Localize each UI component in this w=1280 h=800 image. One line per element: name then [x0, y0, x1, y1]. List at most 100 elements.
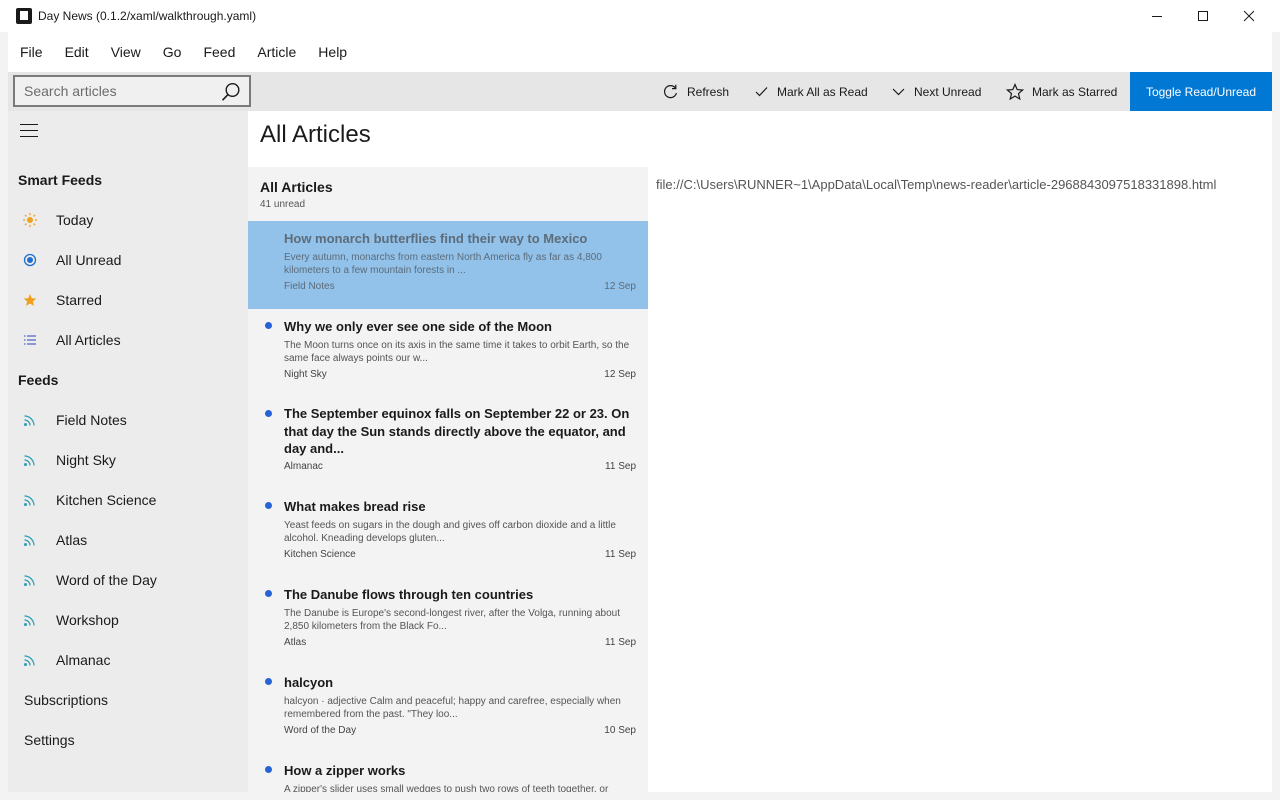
unread-dot — [265, 766, 272, 773]
sidebar-item-label: Word of the Day — [56, 572, 157, 588]
close-button[interactable] — [1226, 0, 1272, 32]
feeds-heading: Feeds — [18, 372, 59, 388]
article-row-selected[interactable]: How monarch butterflies find their way t… — [248, 221, 648, 309]
next-unread-label: Next Unread — [914, 84, 982, 99]
sidebar-item-label: Almanac — [56, 652, 111, 668]
minimize-icon — [1152, 16, 1162, 17]
sidebar-item-label: Kitchen Science — [56, 492, 157, 508]
unread-dot — [265, 502, 272, 509]
chevron-down-icon — [892, 88, 905, 96]
article-list[interactable]: All Articles 41 unread How monarch butte… — [248, 167, 648, 792]
article-date: 11 Sep — [605, 549, 636, 560]
sidebar-item-field-notes[interactable]: Field Notes — [8, 400, 248, 440]
rss-icon — [22, 452, 38, 468]
article-title: How monarch butterflies find their way t… — [284, 231, 588, 246]
article-row[interactable]: The Danube flows through ten countries T… — [248, 577, 648, 665]
article-row[interactable]: How a zipper works A zipper's slider use… — [248, 753, 648, 792]
article-feed: Almanac — [284, 461, 323, 472]
article-feed: Field Notes — [284, 281, 335, 292]
subscriptions-link[interactable]: Subscriptions — [24, 692, 108, 708]
menu-article[interactable]: Article — [249, 32, 304, 72]
article-row[interactable]: The September equinox falls on September… — [248, 397, 648, 489]
article-date: 12 Sep — [604, 281, 636, 292]
checkmark-icon — [755, 87, 768, 97]
rss-icon — [22, 532, 38, 548]
app-icon — [16, 8, 32, 24]
article-date: 12 Sep — [604, 369, 636, 380]
sidebar-item-workshop[interactable]: Workshop — [8, 600, 248, 640]
sidebar-item-starred[interactable]: Starred — [8, 280, 248, 320]
search-input[interactable] — [15, 77, 215, 105]
article-title: The Danube flows through ten countries — [284, 587, 534, 602]
sidebar-item-today[interactable]: Today — [8, 200, 248, 240]
article-row[interactable]: Why we only ever see one side of the Moo… — [248, 309, 648, 397]
sidebar-item-all-unread[interactable]: All Unread — [8, 240, 248, 280]
sidebar-item-almanac[interactable]: Almanac — [8, 640, 248, 680]
article-path: file://C:\Users\RUNNER~1\AppData\Local\T… — [656, 177, 1217, 192]
article-feed: Atlas — [284, 637, 307, 648]
article-snippet: Every autumn, monarchs from eastern Nort… — [284, 252, 602, 276]
unread-dot — [265, 678, 272, 685]
article-row[interactable]: What makes bread rise Yeast feeds on sug… — [248, 489, 648, 577]
menu-help[interactable]: Help — [310, 32, 355, 72]
menu-bar: File Edit View Go Feed Article Help — [8, 32, 1272, 72]
mark-starred-button[interactable]: Mark as Starred — [1006, 72, 1117, 111]
radio-icon — [22, 252, 38, 268]
rss-icon — [22, 412, 38, 428]
list-icon — [22, 332, 38, 348]
search-box — [13, 75, 251, 107]
maximize-button[interactable] — [1180, 0, 1226, 32]
sidebar-item-label: Field Notes — [56, 412, 127, 428]
sidebar-item-atlas[interactable]: Atlas — [8, 520, 248, 560]
window-title: Day News (0.1.2/xaml/walkthrough.yaml) — [38, 9, 257, 23]
article-title: What makes bread rise — [284, 499, 426, 514]
article-snippet: The Danube is Europe's second-longest ri… — [284, 608, 621, 632]
rss-icon — [22, 652, 38, 668]
sidebar-item-word-of-the-day[interactable]: Word of the Day — [8, 560, 248, 600]
article-row[interactable]: halcyon halcyon · adjective Calm and pea… — [248, 665, 648, 753]
refresh-button[interactable]: Refresh — [662, 72, 729, 111]
settings-link[interactable]: Settings — [24, 732, 75, 748]
article-snippet: halcyon · adjective Calm and peaceful; h… — [284, 696, 621, 720]
article-snippet: Yeast feeds on sugars in the dough and g… — [284, 520, 616, 544]
mark-starred-label: Mark as Starred — [1032, 84, 1118, 99]
toggle-read-button[interactable]: Toggle Read/Unread — [1130, 72, 1272, 111]
menu-go[interactable]: Go — [155, 32, 190, 72]
article-feed: Kitchen Science — [284, 549, 356, 560]
article-feed: Night Sky — [284, 369, 327, 380]
article-title: Why we only ever see one side of the Moo… — [284, 319, 552, 334]
sidebar-item-label: All Articles — [56, 332, 121, 348]
menu-edit[interactable]: Edit — [57, 32, 97, 72]
star-icon — [22, 292, 38, 308]
mark-all-read-button[interactable]: Mark All as Read — [754, 72, 868, 111]
article-snippet: The Moon turns once on its axis in the s… — [284, 340, 630, 364]
unread-dot — [265, 590, 272, 597]
article-title: halcyon — [284, 675, 334, 690]
sidebar-item-label: Atlas — [56, 532, 88, 548]
sidebar-item-label: Night Sky — [56, 452, 116, 468]
search-icon[interactable] — [221, 82, 241, 102]
article-title: How a zipper works — [284, 763, 406, 778]
close-icon — [1243, 10, 1255, 22]
article-date: 11 Sep — [605, 637, 636, 648]
sidebar-item-night-sky[interactable]: Night Sky — [8, 440, 248, 480]
menu-view[interactable]: View — [103, 32, 149, 72]
article-feed: Word of the Day — [284, 725, 357, 736]
next-unread-button[interactable]: Next Unread — [891, 72, 981, 111]
sidebar: Smart Feeds Today All Unread Starred All… — [8, 111, 248, 792]
rss-icon — [22, 572, 38, 588]
sidebar-item-label: Starred — [56, 292, 102, 308]
rss-icon — [22, 492, 38, 508]
sidebar-item-all-articles[interactable]: All Articles — [8, 320, 248, 360]
hamburger-menu-icon[interactable] — [20, 124, 38, 138]
sidebar-item-label: Workshop — [56, 612, 119, 628]
page-title: All Articles — [260, 121, 371, 148]
star-outline-icon — [1006, 82, 1024, 100]
sidebar-item-label: All Unread — [56, 252, 122, 268]
sidebar-item-kitchen-science[interactable]: Kitchen Science — [8, 480, 248, 520]
list-title: All Articles — [260, 179, 333, 195]
menu-feed[interactable]: Feed — [195, 32, 243, 72]
minimize-button[interactable] — [1134, 0, 1180, 32]
menu-file[interactable]: File — [12, 32, 51, 72]
article-date: 11 Sep — [605, 461, 636, 472]
